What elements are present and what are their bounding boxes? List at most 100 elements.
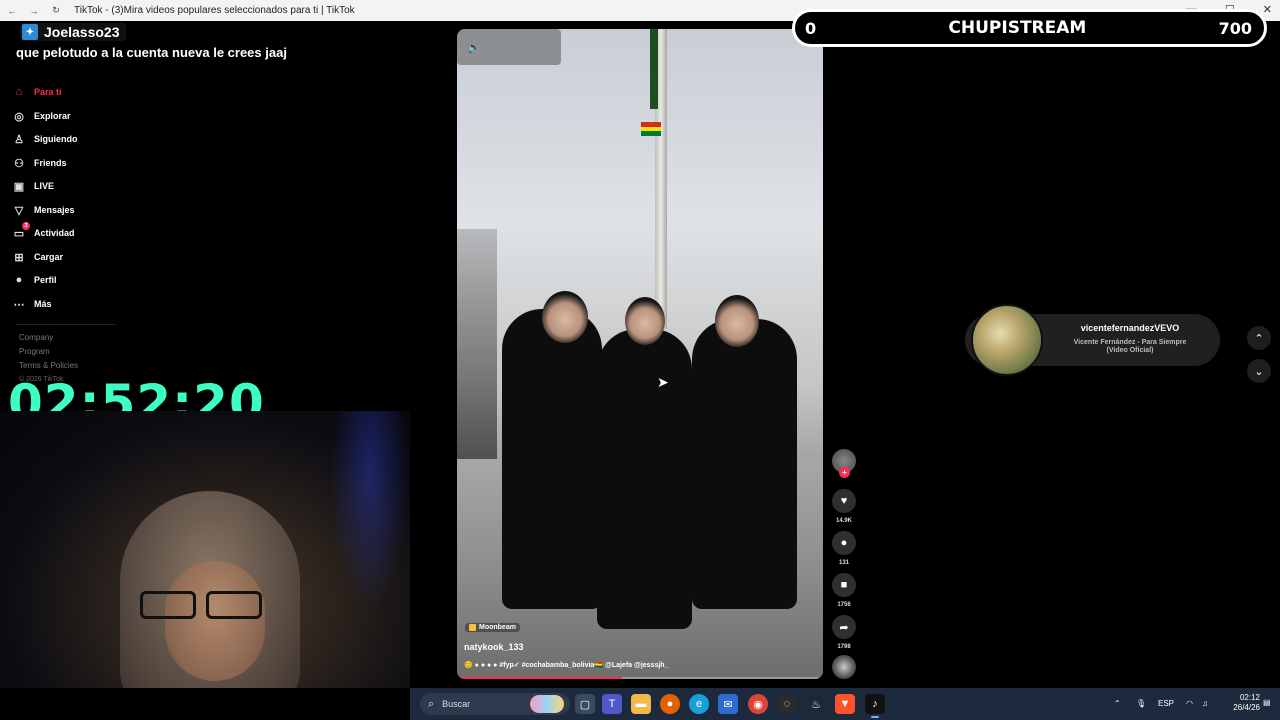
comment-count: 131 bbox=[838, 560, 849, 566]
tray-overflow-icon[interactable]: ⌃ bbox=[1114, 699, 1121, 708]
music-disc-icon[interactable] bbox=[832, 655, 856, 679]
banner-left-number: 0 bbox=[805, 18, 817, 38]
microphone-icon[interactable]: 🎙 bbox=[1136, 699, 1146, 708]
video-username[interactable]: natykook_133 bbox=[464, 642, 524, 652]
reload-icon[interactable]: ↻ bbox=[50, 5, 62, 17]
sidebar-item-label: Friends bbox=[34, 158, 67, 168]
profile-icon: ● bbox=[15, 274, 23, 286]
clock-time: 02:12 bbox=[1239, 693, 1260, 702]
clock-date: 26/4/26 bbox=[1233, 703, 1260, 712]
task-view-icon[interactable]: ▢ bbox=[575, 694, 595, 714]
video-person-center-head bbox=[625, 297, 665, 345]
music-card-artist: vicentefernandezVEVO bbox=[1080, 323, 1180, 333]
video-player[interactable]: 🔈 Moonbeam natykook_133 😊 ● ● ● ● #fyp✓ … bbox=[457, 29, 823, 679]
messages-icon: ▽ bbox=[14, 204, 24, 217]
teams-icon[interactable]: T bbox=[602, 694, 622, 714]
wifi-icon[interactable]: ◠ bbox=[1186, 699, 1193, 708]
sidebar-divider bbox=[16, 324, 116, 325]
obs-icon[interactable]: ◌ bbox=[777, 694, 797, 714]
sidebar-item-explorar[interactable]: ◎ Explorar bbox=[12, 106, 70, 126]
system-clock[interactable]: 02:12 26/4/26 bbox=[1220, 693, 1260, 713]
mute-button[interactable]: 🔈 bbox=[457, 29, 561, 65]
taskbar-search-text: Buscar bbox=[442, 699, 471, 709]
mail-icon[interactable]: ✉ bbox=[718, 694, 738, 714]
chat-platform-icon: ✦ bbox=[22, 24, 38, 40]
sidebar-item-cargar[interactable]: ⊞ Cargar bbox=[12, 247, 63, 267]
footer-link-program[interactable]: Program bbox=[19, 347, 50, 356]
share-icon: ➦ bbox=[839, 621, 849, 634]
comment-button[interactable]: ● bbox=[832, 531, 856, 555]
video-progress-bar[interactable] bbox=[457, 677, 823, 679]
chat-username: ✦ Joelasso23 bbox=[20, 23, 126, 41]
video-person-right-head bbox=[715, 295, 759, 347]
sidebar-item-label: LIVE bbox=[34, 181, 55, 191]
tiktok-icon[interactable]: ♪ bbox=[865, 694, 885, 718]
video-desc-prefix: 😊 ● ● ● ● bbox=[464, 662, 498, 669]
sidebar-item-mensajes[interactable]: ▽ Mensajes bbox=[12, 200, 75, 220]
chat-username-text: Joelasso23 bbox=[44, 24, 120, 40]
back-arrow-icon[interactable]: ← bbox=[6, 5, 18, 17]
music-tag[interactable]: Moonbeam bbox=[465, 623, 520, 632]
edge-icon[interactable]: e bbox=[689, 694, 709, 714]
music-card-thumbnail bbox=[971, 304, 1043, 376]
footer-link-company[interactable]: Company bbox=[19, 333, 53, 342]
banner-title: CHUPISTREAM bbox=[948, 18, 1087, 38]
steam-icon[interactable]: ♨ bbox=[806, 694, 826, 714]
tiktok-page: ⌂ Para ti ◎ Explorar ♙ Siguiendo ⚇ Frien… bbox=[0, 9, 1280, 688]
language-indicator[interactable]: ESP bbox=[1158, 699, 1174, 708]
save-count: 1756 bbox=[837, 602, 851, 608]
sidebar-item-perfil[interactable]: ● Perfil bbox=[12, 270, 57, 290]
volume-icon[interactable]: ♫ bbox=[1202, 699, 1208, 708]
sidebar-item-siguiendo[interactable]: ♙ Siguiendo bbox=[12, 129, 77, 149]
friends-icon: ⚇ bbox=[14, 157, 24, 170]
music-card[interactable]: vicentefernandezVEVO Vicente Fernández -… bbox=[965, 304, 1220, 376]
sidebar-item-para-ti[interactable]: ⌂ Para ti bbox=[12, 82, 62, 102]
follow-plus-icon[interactable]: + bbox=[839, 467, 850, 478]
upload-icon: ⊞ bbox=[14, 251, 24, 264]
firefox-icon[interactable]: ● bbox=[660, 694, 680, 714]
footer-link-terms[interactable]: Terms & Policies bbox=[19, 361, 78, 370]
sidebar-item-label: Actividad bbox=[34, 228, 75, 238]
music-tag-icon bbox=[469, 624, 476, 631]
sidebar-item-live[interactable]: ▣ LIVE bbox=[12, 176, 54, 196]
banner-right-number: 700 bbox=[1218, 18, 1252, 38]
close-icon[interactable]: ✕ bbox=[1263, 3, 1272, 16]
chrome-icon[interactable]: ◉ bbox=[748, 694, 768, 714]
notifications-icon[interactable]: ▤ bbox=[1263, 698, 1271, 707]
home-icon: ⌂ bbox=[15, 86, 23, 98]
compass-icon: ◎ bbox=[14, 110, 24, 123]
previous-video-button[interactable]: ⌃ bbox=[1247, 326, 1271, 350]
webcam-person-face bbox=[165, 561, 265, 681]
save-button[interactable]: ■ bbox=[832, 573, 856, 597]
like-button[interactable]: ♥ bbox=[832, 489, 856, 513]
file-explorer-icon[interactable]: ▬ bbox=[631, 694, 651, 714]
music-tag-text: Moonbeam bbox=[479, 624, 516, 631]
webcam-feed bbox=[0, 411, 410, 688]
video-desc-tags[interactable]: #fyp✓ #cochabamba_bolivia🇧🇴 @Lajefa @jes… bbox=[499, 662, 668, 669]
activity-icon: ▭ 3 bbox=[12, 222, 30, 240]
sidebar-item-label: Cargar bbox=[34, 252, 64, 262]
share-count: 1798 bbox=[837, 644, 851, 650]
creator-avatar[interactable]: + bbox=[832, 449, 856, 478]
forward-arrow-icon[interactable]: → bbox=[28, 5, 40, 17]
search-highlight-icon bbox=[530, 695, 564, 713]
brave-icon[interactable]: ▼ bbox=[835, 694, 855, 714]
sidebar-item-actividad[interactable]: ▭ 3 Actividad bbox=[12, 222, 75, 243]
heart-icon: ♥ bbox=[840, 495, 848, 507]
video-scene-trees bbox=[457, 229, 497, 469]
video-person-right bbox=[692, 319, 797, 609]
webcam-background-light bbox=[330, 411, 410, 611]
share-button[interactable]: ➦ bbox=[832, 615, 856, 639]
chevron-down-icon: ⌄ bbox=[1254, 365, 1264, 378]
video-description: 😊 ● ● ● ● #fyp✓ #cochabamba_bolivia🇧🇴 @L… bbox=[464, 661, 668, 669]
comment-icon: ● bbox=[840, 537, 848, 549]
speaker-icon: 🔈 bbox=[467, 41, 481, 54]
bolivia-flag-icon bbox=[641, 122, 661, 136]
bookmark-icon: ■ bbox=[840, 579, 848, 591]
sidebar-item-friends[interactable]: ⚇ Friends bbox=[12, 153, 67, 173]
sidebar-item-mas[interactable]: ⋯ Más bbox=[12, 294, 52, 314]
mouse-cursor-icon: ➤ bbox=[657, 374, 669, 390]
like-count: 14.9K bbox=[835, 518, 852, 524]
video-person-left bbox=[502, 309, 602, 609]
next-video-button[interactable]: ⌄ bbox=[1247, 359, 1271, 383]
